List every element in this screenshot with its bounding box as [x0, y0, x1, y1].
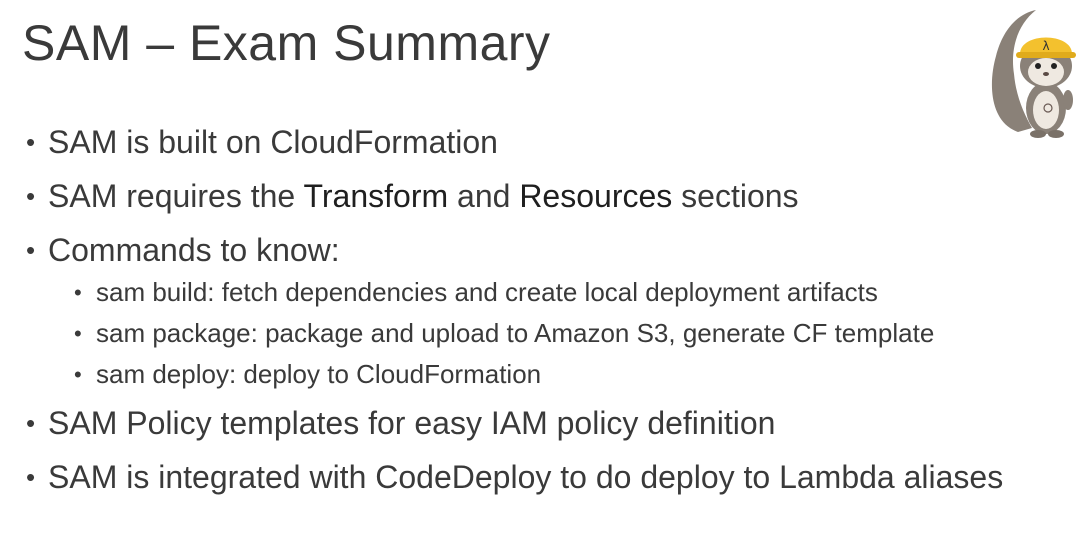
bullet-sam-cloudformation: SAM is built on CloudFormation [26, 120, 1066, 164]
command-sam-package: sam package: package and upload to Amazo… [74, 313, 1066, 354]
bullet-text-mid: and [448, 178, 520, 214]
commands-list-wrapper: sam build: fetch dependencies and create… [26, 272, 1066, 395]
bullet-commands: Commands to know: [26, 228, 1066, 272]
bullet-codedeploy: SAM is integrated with CodeDeploy to do … [26, 455, 1066, 499]
keyword-resources: Resources [519, 178, 673, 214]
command-sam-build: sam build: fetch dependencies and create… [74, 272, 1066, 313]
bullet-policy-templates: SAM Policy templates for easy IAM policy… [26, 401, 1066, 445]
command-sam-deploy: sam deploy: deploy to CloudFormation [74, 354, 1066, 395]
bullet-sam-requires: SAM requires the Transform and Resources… [26, 174, 1066, 218]
bullet-text-post: sections [672, 178, 799, 214]
bullet-list: SAM is built on CloudFormation SAM requi… [26, 120, 1066, 509]
keyword-transform: Transform [303, 178, 449, 214]
commands-list: sam build: fetch dependencies and create… [26, 272, 1066, 395]
bullet-text-pre: SAM requires the [48, 178, 304, 214]
svg-text:λ: λ [1042, 39, 1049, 53]
slide-title: SAM – Exam Summary [22, 15, 551, 71]
